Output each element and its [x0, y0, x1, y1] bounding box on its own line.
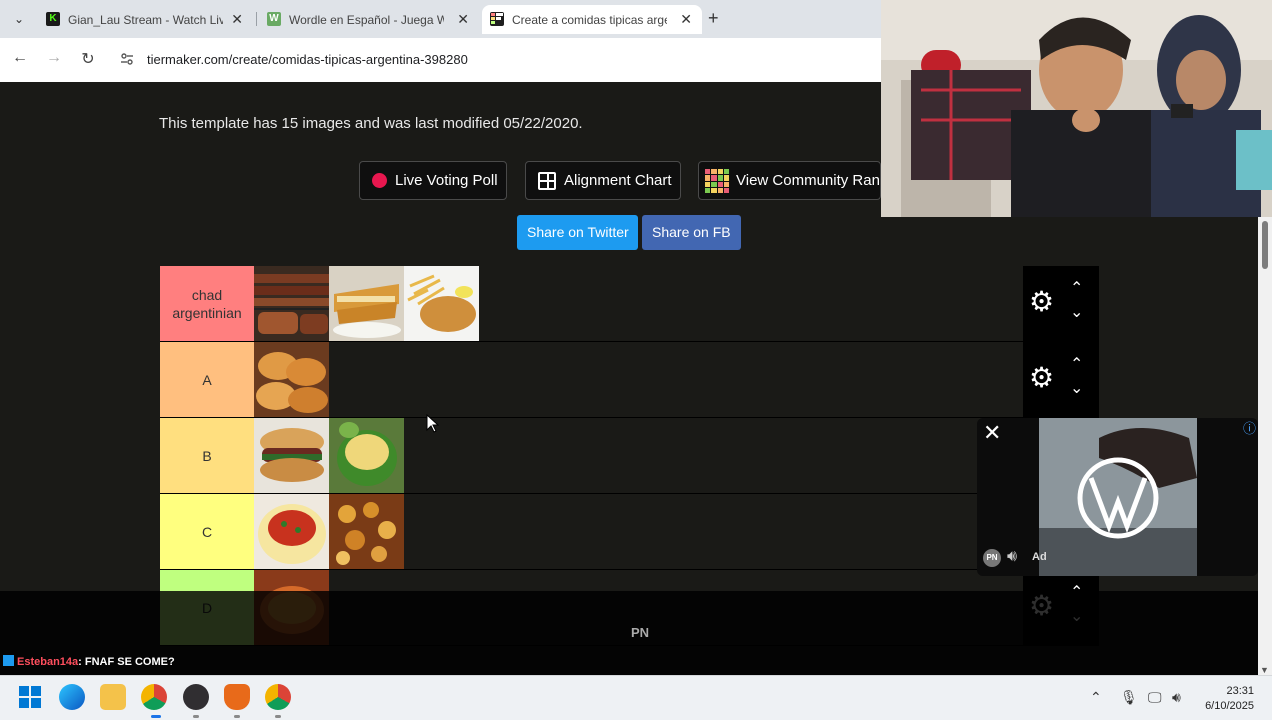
tier-label[interactable]: chad argentinian: [160, 266, 254, 341]
tier-row: chad argentinian: [160, 266, 1023, 342]
app-indicator: [193, 715, 199, 718]
chevron-up-icon[interactable]: ⌃: [1070, 278, 1083, 298]
tray-expand-chevron-icon[interactable]: ⌃: [1090, 689, 1102, 706]
tab-search-icon[interactable]: ⌄: [8, 8, 30, 30]
chrome-icon[interactable]: [141, 684, 167, 710]
tier-row: C: [160, 494, 1023, 570]
twitter-label: Share on Twitter: [527, 224, 629, 240]
food-item-asado[interactable]: [254, 266, 329, 341]
overlay-center-text: PN: [631, 625, 650, 640]
tier-row: A: [160, 342, 1023, 418]
food-item-zapallito[interactable]: [329, 418, 404, 493]
chevron-up-icon[interactable]: ⌃: [1070, 354, 1083, 374]
scroll-down-arrow-icon[interactable]: ▼: [1260, 665, 1269, 675]
streamer-webcam-feed: [881, 0, 1272, 217]
file-explorer-icon[interactable]: [100, 684, 126, 710]
grid-icon: [538, 172, 556, 190]
tab-title: Gian_Lau Stream - Watch Live o: [68, 13, 223, 27]
food-item-milanesa[interactable]: [404, 266, 479, 341]
chat-badge-icon: [3, 655, 14, 666]
page-scrollbar[interactable]: ▼: [1258, 217, 1272, 675]
app-indicator: [234, 715, 240, 718]
alignment-chart-button[interactable]: Alignment Chart: [525, 161, 681, 200]
share-facebook-button[interactable]: Share on FB: [642, 215, 741, 250]
forward-arrow-icon[interactable]: →: [44, 49, 64, 67]
microphone-app-icon[interactable]: [224, 684, 250, 710]
scrollbar-thumb[interactable]: [1262, 221, 1268, 269]
windows-taskbar: ⌃ 🎙︎ 🖵︎ 🔊︎ 23:31 6/10/2025: [0, 675, 1272, 720]
chevron-down-icon[interactable]: ⌄: [1070, 302, 1083, 322]
close-tab-icon[interactable]: ✕: [457, 11, 469, 28]
back-arrow-icon[interactable]: ←: [10, 49, 30, 67]
food-item-empanadas[interactable]: [254, 342, 329, 417]
app-indicator: [275, 715, 281, 718]
reload-icon[interactable]: ↻: [78, 49, 98, 69]
kick-favicon-icon: K: [46, 12, 60, 26]
tier-controls: ⚙ ⌃ ⌄: [1023, 266, 1099, 342]
pn-badge: PN: [983, 549, 1001, 567]
volume-tray-icon[interactable]: 🔊︎: [1172, 689, 1181, 706]
tab-title: Create a comidas tipicas argent: [512, 13, 667, 27]
tab-divider: [256, 12, 257, 26]
active-app-indicator: [151, 715, 161, 718]
stream-overlay-bar: PN Esteban14a: FNAF SE COME?: [0, 591, 1258, 675]
ad-video-frame[interactable]: [1039, 418, 1197, 576]
share-twitter-button[interactable]: Share on Twitter: [517, 215, 638, 250]
edge-browser-icon[interactable]: [59, 684, 85, 710]
mosaic-icon: [705, 169, 729, 193]
obs-icon[interactable]: [183, 684, 209, 710]
live-dot-icon: [372, 173, 387, 188]
wordle-favicon-icon: W: [267, 12, 281, 26]
food-item-choripan[interactable]: [254, 418, 329, 493]
tab-tiermaker[interactable]: Create a comidas tipicas argent ✕: [482, 5, 702, 34]
chrome-profile-icon[interactable]: [265, 684, 291, 710]
tab-title: Wordle en Español - Juega Wor: [289, 13, 444, 27]
tier-label[interactable]: B: [160, 418, 254, 493]
new-tab-icon[interactable]: +: [708, 8, 719, 29]
community-label: View Community Ran: [736, 172, 880, 189]
food-item-tostado[interactable]: [329, 266, 404, 341]
live-voting-label: Live Voting Poll: [395, 172, 498, 189]
tab-wordle[interactable]: W Wordle en Español - Juega Wor ✕: [259, 5, 479, 34]
ad-info-icon[interactable]: ⓘ: [1243, 418, 1256, 437]
food-item-polenta[interactable]: [254, 494, 329, 569]
chat-message: Esteban14a: FNAF SE COME?: [3, 655, 175, 668]
video-ad-popup: ✕ ⓘ PN 🔊︎ Ad: [977, 418, 1258, 576]
microphone-tray-icon[interactable]: 🎙︎: [1120, 689, 1138, 706]
close-tab-icon[interactable]: ✕: [680, 11, 692, 28]
ad-label: Ad: [1032, 551, 1047, 563]
close-tab-icon[interactable]: ✕: [231, 11, 243, 28]
gear-icon[interactable]: ⚙: [1029, 288, 1054, 316]
screen: ⌄ K Gian_Lau Stream - Watch Live o ✕ W W…: [0, 0, 1272, 720]
facebook-label: Share on FB: [652, 224, 731, 240]
tier-row: B: [160, 418, 1023, 494]
url-field[interactable]: tiermaker.com/create/comidas-tipicas-arg…: [147, 52, 468, 67]
mouse-cursor-icon: [426, 414, 440, 433]
system-clock[interactable]: 23:31 6/10/2025: [1196, 684, 1254, 714]
tier-label[interactable]: A: [160, 342, 254, 417]
volume-icon[interactable]: 🔊︎: [1007, 548, 1017, 566]
food-item-guiso[interactable]: [329, 494, 404, 569]
browser-tab-bar: ⌄ K Gian_Lau Stream - Watch Live o ✕ W W…: [0, 0, 881, 38]
network-tray-icon[interactable]: 🖵︎: [1148, 689, 1162, 706]
tab-kick-stream[interactable]: K Gian_Lau Stream - Watch Live o ✕: [38, 5, 253, 34]
tiermaker-favicon-icon: [490, 12, 504, 26]
template-info-text: This template has 15 images and was last…: [159, 115, 583, 132]
view-community-rankings-button[interactable]: View Community Ran: [698, 161, 881, 200]
close-ad-icon[interactable]: ✕: [983, 420, 1001, 446]
site-settings-icon[interactable]: [120, 52, 134, 66]
tier-controls: ⚙ ⌃ ⌄: [1023, 342, 1099, 418]
clock-date: 6/10/2025: [1205, 700, 1254, 712]
chevron-down-icon[interactable]: ⌄: [1070, 378, 1083, 398]
alignment-label: Alignment Chart: [564, 172, 672, 189]
chat-text: : FNAF SE COME?: [78, 656, 175, 668]
clock-time: 23:31: [1226, 685, 1254, 697]
chat-username: Esteban14a: [17, 656, 79, 668]
address-bar-row: ← → ↻ tiermaker.com/create/comidas-tipic…: [0, 38, 881, 82]
live-voting-poll-button[interactable]: Live Voting Poll: [359, 161, 507, 200]
tier-label[interactable]: C: [160, 494, 254, 569]
windows-start-icon[interactable]: [19, 686, 41, 708]
gear-icon[interactable]: ⚙: [1029, 364, 1054, 392]
